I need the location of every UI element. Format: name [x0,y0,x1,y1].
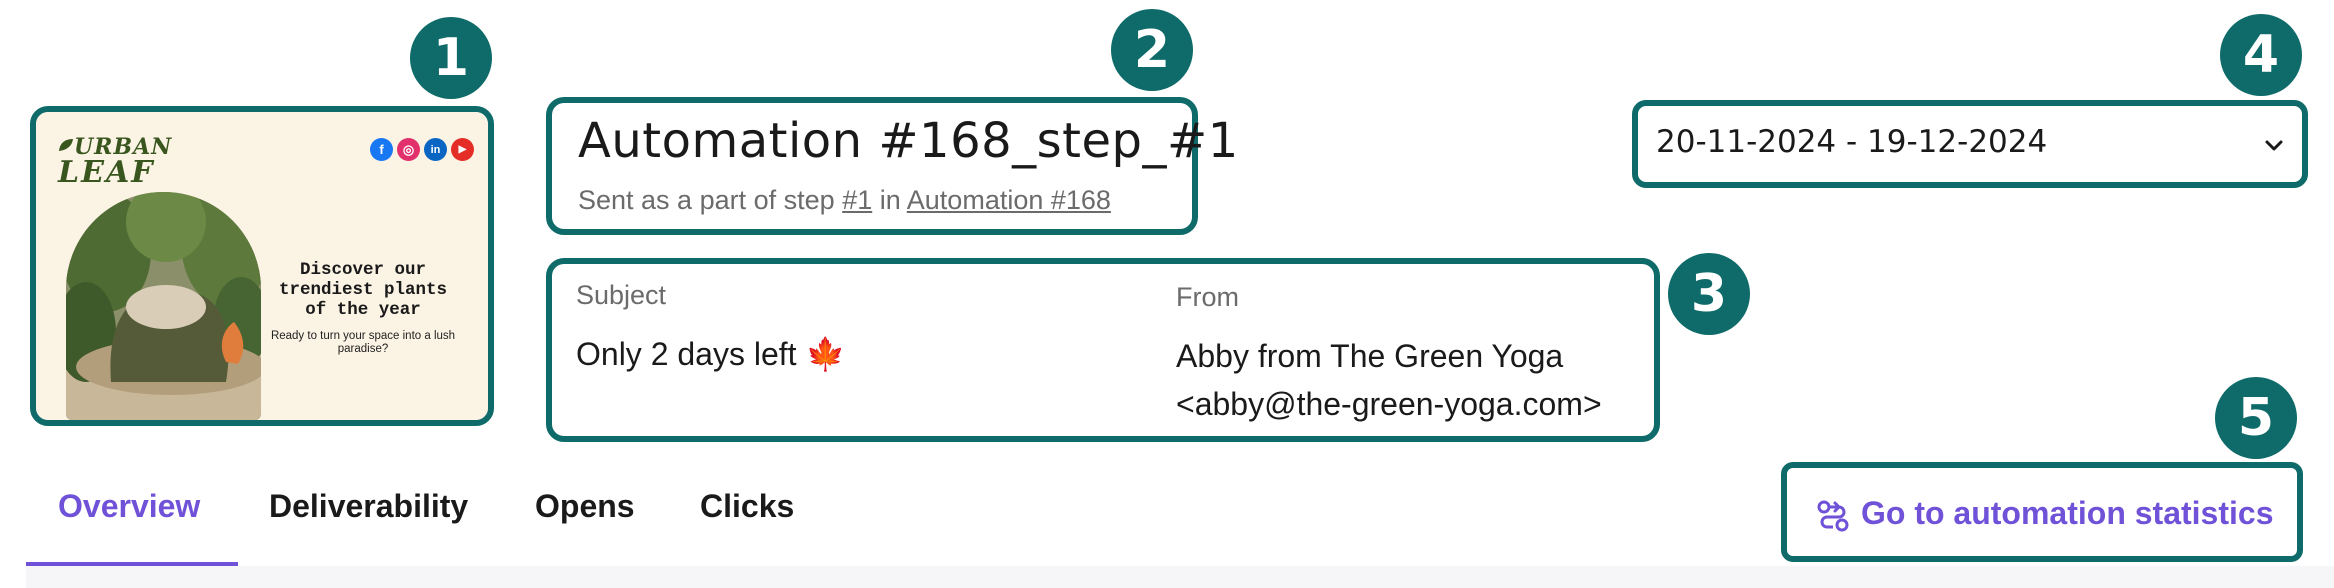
facebook-icon: f [370,138,393,161]
from-email: <abby@the-green-yoga.com> [1176,386,1602,422]
tab-opens[interactable]: Opens [535,488,635,525]
social-icons: f ◎ in ▶ [370,138,474,161]
annotation-badge-4: 4 [2220,14,2302,96]
promo-subline: Ready to turn your space into a lush par… [270,330,456,355]
subject-label: Subject [576,280,667,310]
step-link[interactable]: #1 [842,185,872,215]
from-label: From [1176,282,1239,312]
promo-headline: Discover our trendiest plants of the yea… [278,260,448,320]
go-to-automation-statistics-button[interactable]: Go to automation statistics [1781,462,2303,562]
page-subtitle: Sent as a part of step #1 in Automation … [578,185,1111,216]
youtube-icon: ▶ [451,138,474,161]
automation-link[interactable]: Automation #168 [907,185,1111,215]
from-name: Abby from The Green Yoga [1176,338,1564,374]
automation-flow-icon [1817,500,1849,532]
annotation-badge-5: 5 [2215,377,2297,459]
tab-deliverability[interactable]: Deliverability [269,488,468,525]
page-title: Automation #168_step_#1 [578,113,1239,169]
leaf-icon [59,139,73,151]
chevron-down-icon [2265,140,2283,151]
email-details: Subject Only 2 days left 🍁 From Abby fro… [546,258,1660,442]
content-area-top [26,566,2334,588]
date-range-value: 20-11-2024 - 19-12-2024 [1656,124,2048,160]
date-range-picker[interactable]: 20-11-2024 - 19-12-2024 [1632,100,2308,188]
campaign-header: Automation #168_step_#1 Sent as a part o… [546,97,1238,235]
promo-text: Discover our trendiest plants of the yea… [268,260,458,356]
subtitle-prefix: Sent as a part of step [578,185,835,215]
tab-clicks[interactable]: Clicks [700,488,794,525]
email-preview-thumbnail[interactable]: URBAN LEAF f ◎ in ▶ Discover our trendie… [30,106,494,426]
tab-overview[interactable]: Overview [58,488,200,525]
subject-value: Only 2 days left 🍁 [576,336,846,372]
annotation-badge-2: 2 [1111,9,1193,91]
go-to-automation-statistics-label: Go to automation statistics [1861,495,2274,531]
annotation-badge-1: 1 [410,17,492,99]
annotation-badge-3: 3 [1668,253,1750,335]
linkedin-icon: in [424,138,447,161]
brand-logo: URBAN LEAF [58,134,173,190]
instagram-icon: ◎ [397,138,420,161]
plant-room-photo [66,192,261,420]
subtitle-mid: in [879,185,901,215]
